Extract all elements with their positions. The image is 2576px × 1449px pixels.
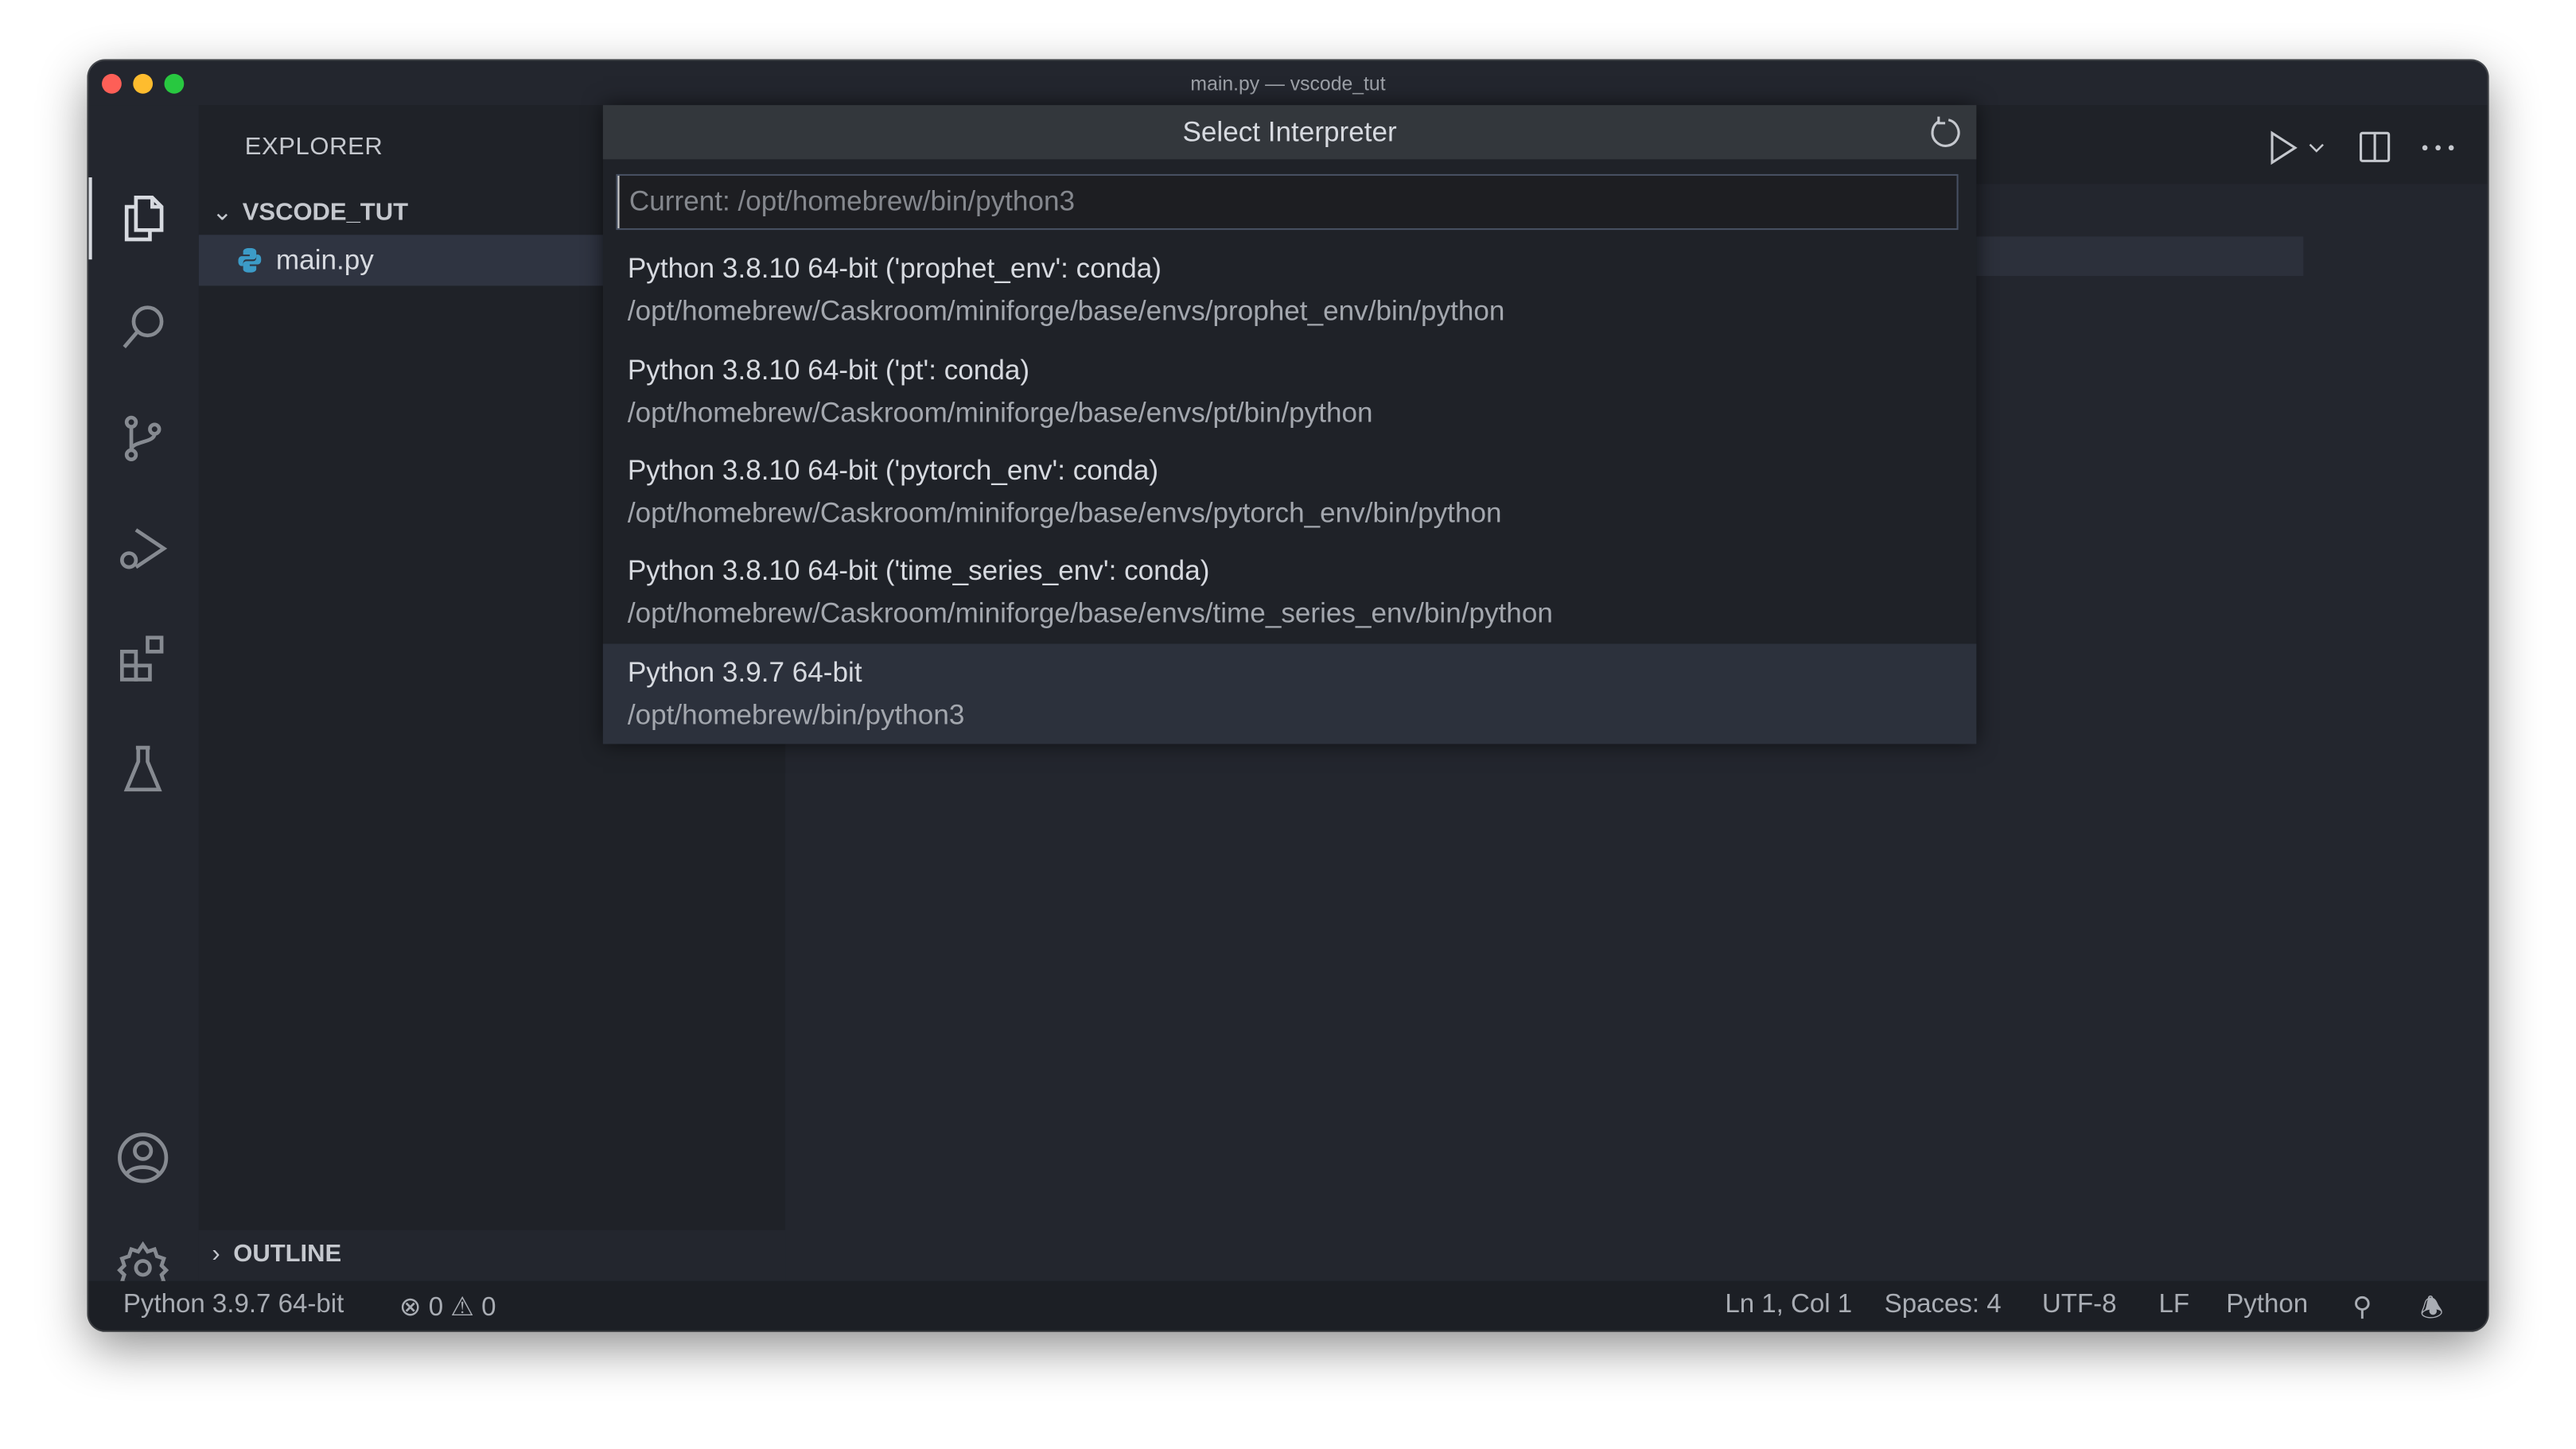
feedback-icon[interactable]: ⚲ xyxy=(2352,1291,2372,1323)
interpreter-option[interactable]: Python 3.8.10 64-bit ('prophet_env': con… xyxy=(603,240,1976,340)
status-encoding[interactable]: UTF-8 xyxy=(2042,1291,2117,1320)
python-file-icon xyxy=(238,248,261,273)
option-path: /opt/homebrew/bin/python3 xyxy=(628,700,965,732)
error-icon: ⊗ xyxy=(399,1294,422,1322)
notifications-bell-icon[interactable]: 🕭 xyxy=(2420,1291,2444,1331)
warning-icon: ⚠ xyxy=(450,1294,474,1322)
run-debug-icon[interactable] xyxy=(111,518,173,580)
split-editor-icon[interactable] xyxy=(2359,130,2391,165)
error-count: 0 xyxy=(429,1294,443,1322)
folder-vscode-tut[interactable]: ⌄ VSCODE_TUT xyxy=(212,197,408,227)
option-path: /opt/homebrew/Caskroom/miniforge/base/en… xyxy=(628,498,1502,530)
status-interpreter[interactable]: Python 3.9.7 64-bit xyxy=(123,1291,344,1320)
active-indicator xyxy=(89,177,92,259)
folder-label: VSCODE_TUT xyxy=(243,199,408,227)
explorer-title: EXPLORER xyxy=(245,133,383,161)
quick-pick-header: Select Interpreter xyxy=(603,105,1976,159)
option-path: /opt/homebrew/Caskroom/miniforge/base/en… xyxy=(628,398,1373,430)
interpreter-option-selected[interactable]: Python 3.9.7 64-bit/opt/homebrew/bin/pyt… xyxy=(603,644,1976,744)
extensions-icon[interactable] xyxy=(111,627,173,690)
status-bar: Python 3.9.7 64-bit ⊗ 0 ⚠ 0 Ln 1, Col 1 … xyxy=(89,1281,2488,1331)
explorer-icon[interactable] xyxy=(111,187,173,249)
run-python-file-icon[interactable] xyxy=(2269,130,2325,165)
more-actions-icon[interactable] xyxy=(2418,130,2458,165)
chevron-down-icon: ⌄ xyxy=(212,199,232,227)
search-icon[interactable] xyxy=(111,297,173,359)
outline-label: OUTLINE xyxy=(233,1240,341,1268)
status-eol[interactable]: LF xyxy=(2159,1291,2190,1320)
option-path: /opt/homebrew/Caskroom/miniforge/base/en… xyxy=(628,598,1553,631)
interpreter-search-input[interactable] xyxy=(617,176,1956,228)
quick-pick-title: Select Interpreter xyxy=(603,117,1976,150)
file-label: main.py xyxy=(276,245,374,278)
interpreter-option[interactable]: Python 3.8.10 64-bit ('pytorch_env': con… xyxy=(603,442,1976,542)
option-label: Python 3.8.10 64-bit ('pytorch_env': con… xyxy=(628,455,1158,488)
option-label: Python 3.9.7 64-bit xyxy=(628,657,862,690)
source-control-icon[interactable] xyxy=(111,407,173,469)
warning-count: 0 xyxy=(481,1294,496,1322)
window-title: main.py — vscode_tut xyxy=(89,72,2488,95)
option-path: /opt/homebrew/Caskroom/miniforge/base/en… xyxy=(628,296,1505,328)
option-label: Python 3.8.10 64-bit ('prophet_env': con… xyxy=(628,253,1162,286)
interpreter-search-field[interactable] xyxy=(616,174,1958,230)
account-icon[interactable] xyxy=(111,1127,173,1189)
testing-flask-icon[interactable] xyxy=(111,737,173,799)
refresh-icon[interactable] xyxy=(1927,115,1963,151)
interpreter-option[interactable]: Python 3.8.10 64-bit ('pt': conda) /opt/h… xyxy=(603,342,1976,442)
select-interpreter-quick-pick: Select Interpreter Python 3.8.10 64-bit … xyxy=(603,105,1976,744)
status-indentation[interactable]: Spaces: 4 xyxy=(1885,1291,2002,1320)
activity-bar xyxy=(89,105,199,1281)
status-problems[interactable]: ⊗ 0 ⚠ 0 xyxy=(399,1291,496,1323)
status-language[interactable]: Python xyxy=(2226,1291,2308,1320)
option-label: Python 3.8.10 64-bit ('time_series_env':… xyxy=(628,555,1210,588)
option-label: Python 3.8.10 64-bit ('pt': conda) xyxy=(628,355,1029,387)
title-bar: main.py — vscode_tut xyxy=(89,60,2488,105)
interpreter-option[interactable]: Python 3.8.10 64-bit ('time_series_env':… xyxy=(603,542,1976,642)
outline-section[interactable]: › OUTLINE xyxy=(212,1240,341,1268)
chevron-right-icon: › xyxy=(212,1240,220,1268)
status-cursor-position[interactable]: Ln 1, Col 1 xyxy=(1725,1291,1852,1320)
